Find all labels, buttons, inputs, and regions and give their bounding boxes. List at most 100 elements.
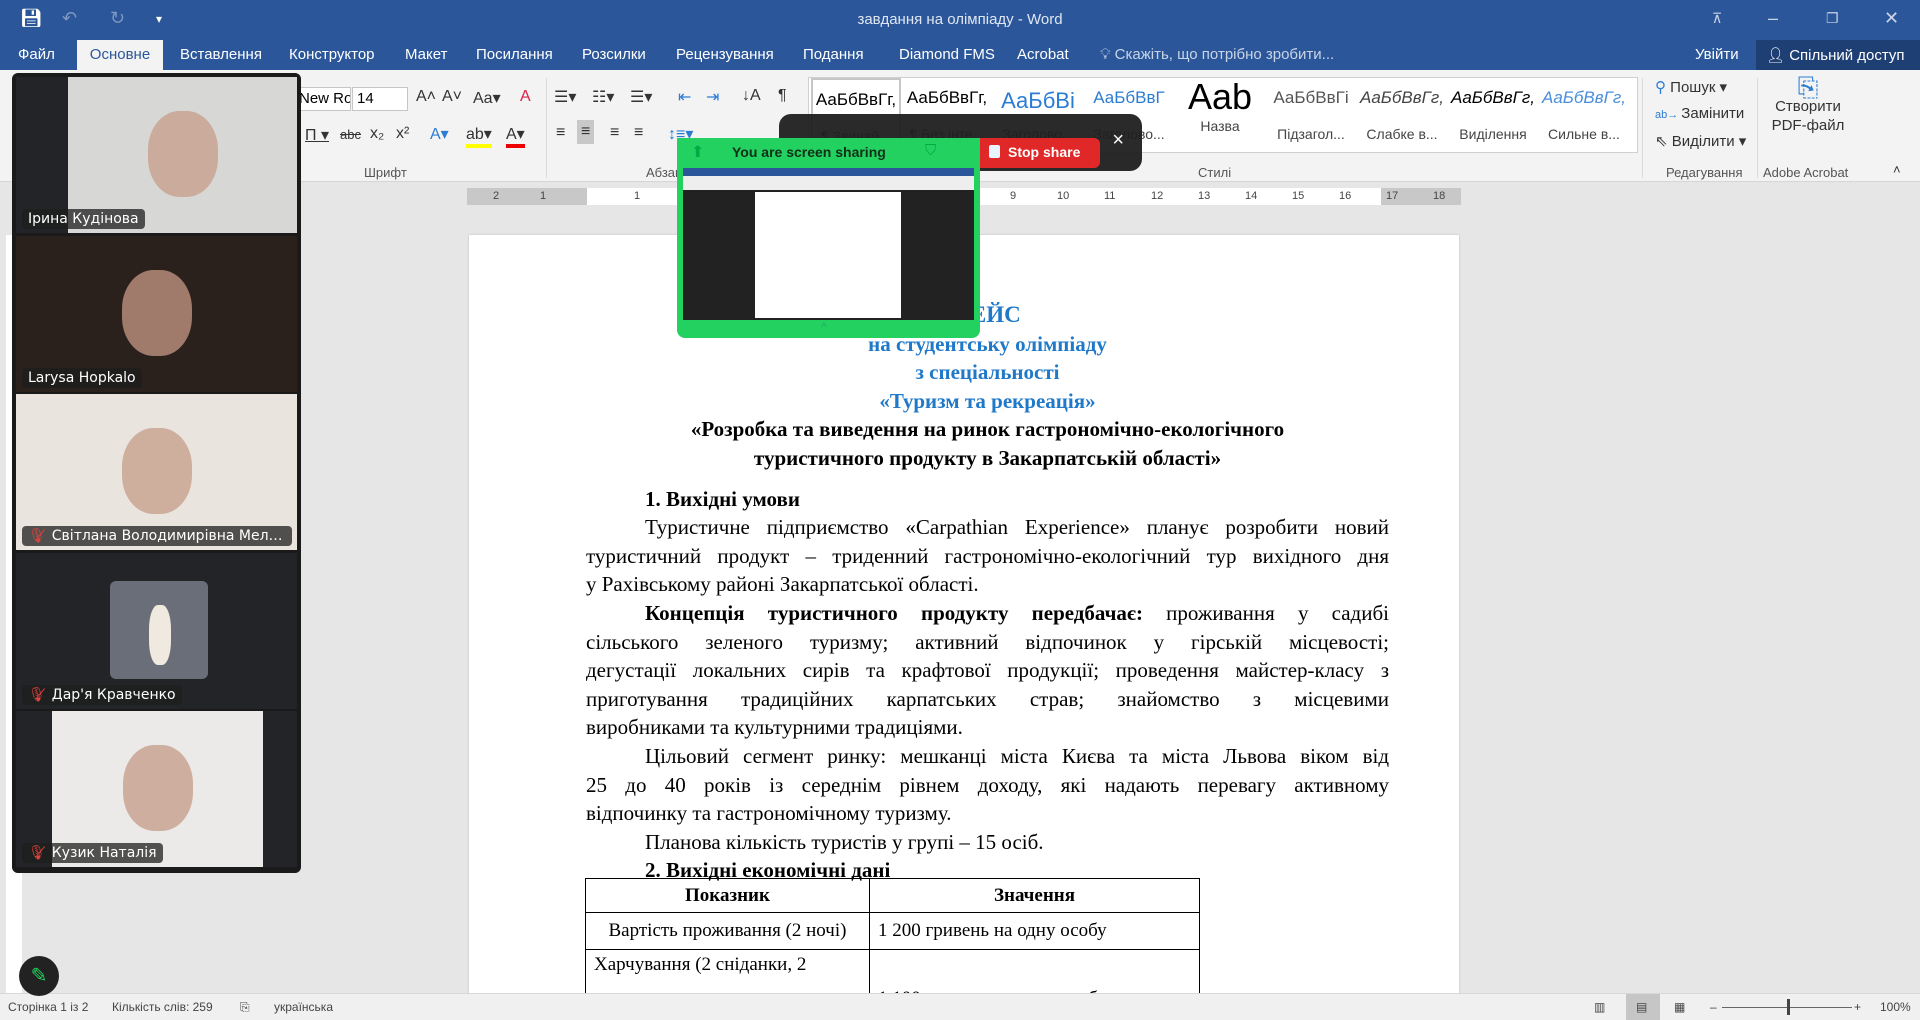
editing-group-label: Редагування [1666,165,1743,180]
sharing-label: You are screen sharing [732,144,886,160]
tab-acrobat[interactable]: Acrobat [1017,46,1069,63]
tab-insert[interactable]: Вставлення [180,46,262,63]
close-share-toolbar-button[interactable]: × [1112,129,1124,152]
word-count[interactable]: Кількість слів: 259 [112,1000,213,1014]
superscript-icon[interactable]: x² [396,125,409,143]
tab-file[interactable]: Файл [18,46,55,63]
web-layout-icon[interactable]: ▦ [1674,1000,1685,1014]
align-center-icon[interactable]: ≡ [577,120,595,144]
increase-indent-icon[interactable]: ⇥ [706,87,719,107]
proofing-icon[interactable]: ⎘ [240,1000,250,1015]
grow-font-icon[interactable]: A˄ [416,88,436,106]
share-button[interactable]: 👤︎ Спільний доступ [1756,40,1920,70]
tab-mailings[interactable]: Розсилки [582,46,646,63]
print-layout-icon[interactable]: ▤ [1626,994,1660,1020]
shrink-font-icon[interactable]: A˅ [442,88,462,106]
tab-layout[interactable]: Макет [405,46,447,63]
table-cell: 1 100 гривень на одну особу [869,949,1200,995]
ribbon-display-icon[interactable]: ⊼ [1712,10,1722,27]
style-name: Назва [1200,118,1240,134]
strikethrough-icon[interactable]: abc [340,127,361,142]
table-cell: Вартість проживання (2 ночі) [585,912,870,950]
font-color-icon[interactable]: A▾ [506,124,525,148]
text-effects-icon[interactable]: A▾ [430,124,449,144]
pin-icon[interactable]: ⬆ [691,142,704,162]
zoom-out-button[interactable]: – [1710,1000,1717,1014]
document-body[interactable]: КЕЙС на студентську олімпіаду з спеціаль… [586,301,1389,885]
multilevel-list-icon[interactable]: ☰▾ [630,87,652,107]
screen-share-indicator[interactable]: ⬆ You are screen sharing ⛉ ^ [677,138,980,338]
highlight-icon[interactable]: ab▾ [466,124,492,148]
participant-name: Ірина Кудінова [22,209,145,229]
font-name-select[interactable]: New Roman [295,87,351,111]
ruler-number: 13 [1198,190,1211,202]
numbering-icon[interactable]: ☷▾ [592,87,614,107]
change-case-icon[interactable]: Aa▾ [473,88,501,108]
style-item[interactable]: АаБбВвГг, Сильне в... [1539,78,1629,152]
paragraph-line: приготування традиційних карпатських стр… [586,686,1389,711]
find-label: Пошук [1670,79,1716,96]
style-item[interactable]: АаБбВвГг, Виділення [1448,78,1538,152]
create-pdf-button[interactable]: ⎘ Створити PDF-файл [1768,74,1848,135]
table-row: Харчування (2 сніданки, 21 100 гривень н… [585,949,1200,995]
tell-me-label: Скажіть, що потрібно зробити... [1114,46,1335,63]
subscript-icon[interactable]: x₂ [370,125,384,143]
table-header: Показник [585,878,870,913]
zoom-level[interactable]: 100% [1880,1000,1911,1014]
participant-name-label: Кузик Наталія [51,845,157,861]
participant-tile[interactable]: 🎙︎̸ Світлана Володимирівна Мельни... [16,394,297,550]
collapse-ribbon-icon[interactable]: ˄ [1893,162,1901,177]
style-item[interactable]: АаБбВвГг, Слабке в... [1357,78,1447,152]
language[interactable]: українська [274,1000,333,1014]
doc-subtitle: «Розробка та виведення на ринок гастроно… [690,417,1285,442]
zoom-participants-panel[interactable]: Ірина Кудінова Larysa Hopkalo 🎙︎̸ Світлана … [12,73,301,873]
tab-references[interactable]: Посилання [476,46,553,63]
tab-home[interactable]: Основне [77,40,163,70]
tab-design[interactable]: Конструктор [289,46,375,63]
style-item[interactable]: Aab Назва [1175,78,1265,152]
paragraph-line: дегустації локальних сирів та крафтової … [586,658,1389,683]
participant-tile[interactable]: 🎙︎̸ Дар'я Кравченко [16,552,297,709]
minimize-icon[interactable]: – [1768,8,1778,29]
sign-in-link[interactable]: Увійти [1695,46,1739,63]
ruler-number: 15 [1292,190,1305,202]
page-count[interactable]: Сторінка 1 із 2 [8,1000,88,1014]
replace-button[interactable]: ab→ Замінити [1655,105,1744,122]
find-button[interactable]: ⚲ Пошук ▾ [1655,78,1727,96]
participant-tile[interactable]: 🎙︎̸ Кузик Наталія [16,711,297,867]
styles-group-label: Стилі [1198,165,1232,180]
clear-formatting-icon[interactable]: A [520,88,531,106]
annotate-pencil-button[interactable]: ✎ [19,956,59,996]
underline-icon[interactable]: П ▾ [305,125,329,145]
zoom-slider-thumb[interactable] [1787,999,1790,1015]
expand-icon[interactable]: ^ [821,320,827,334]
zoom-in-button[interactable]: + [1854,1000,1861,1014]
stop-share-button[interactable]: Stop share [980,138,1100,168]
tab-view[interactable]: Подання [803,46,864,63]
status-bar: Сторінка 1 із 2 Кількість слів: 259 ⎘ ук… [0,993,1920,1020]
font-size-select[interactable]: 14 [352,87,408,111]
align-right-icon[interactable]: ≡ [610,124,619,142]
muted-mic-icon: 🎙︎̸ [28,528,46,544]
style-preview: АаБбВвГі [1273,88,1349,107]
add-person-icon: 👤︎ [1766,47,1790,64]
justify-icon[interactable]: ≡ [634,124,643,142]
tab-diamond-fms[interactable]: Diamond FMS [899,46,995,63]
participant-tile[interactable]: Ірина Кудінова [16,77,297,233]
tell-me-search[interactable]: 💡︎ Скажіть, що потрібно зробити... [1100,46,1334,63]
select-button[interactable]: ⇖ Виділити ▾ [1655,132,1746,150]
style-item[interactable]: АаБбВвГі Підзагол... [1266,78,1356,152]
restore-icon[interactable]: ❐ [1826,10,1839,27]
lightbulb-icon: 💡︎ [1100,46,1115,63]
tab-review[interactable]: Рецензування [676,46,774,63]
bullets-icon[interactable]: ☰▾ [554,87,576,107]
close-icon[interactable]: ✕ [1884,8,1899,29]
sort-icon[interactable]: ↓A [742,87,761,105]
document-page[interactable]: КЕЙС на студентську олімпіаду з спеціаль… [469,235,1459,995]
decrease-indent-icon[interactable]: ⇤ [678,87,691,107]
participant-tile[interactable]: Larysa Hopkalo [16,235,297,392]
align-left-icon[interactable]: ≡ [556,124,565,142]
show-marks-icon[interactable]: ¶ [778,87,787,105]
select-label: Виділити [1671,133,1735,150]
read-mode-icon[interactable]: ▥ [1594,1000,1605,1014]
